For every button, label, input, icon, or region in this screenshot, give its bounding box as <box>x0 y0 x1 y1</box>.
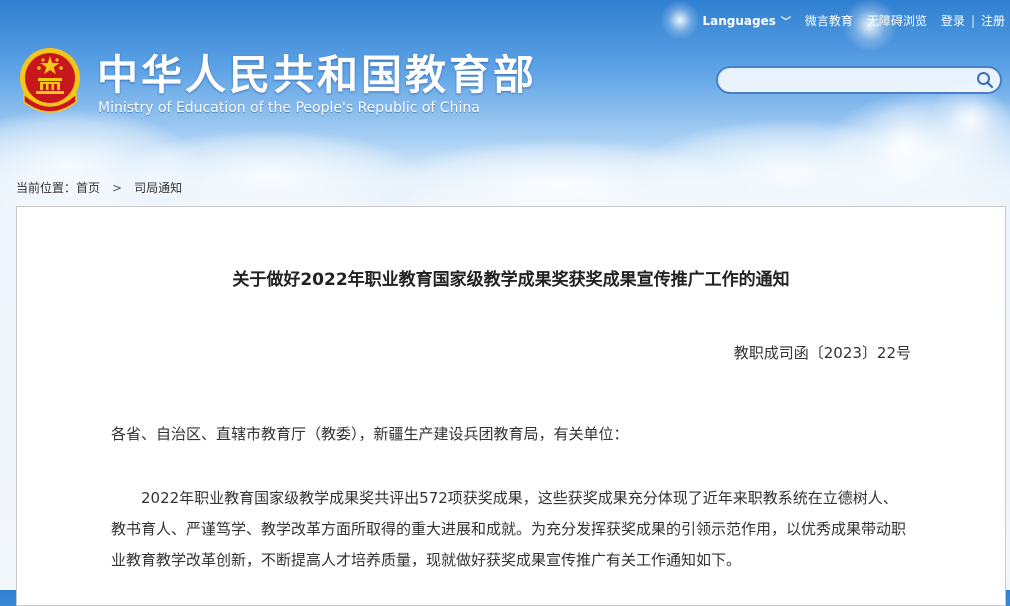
breadcrumb: 当前位置： 首页 > 司局通知 <box>16 179 182 196</box>
document-salutation: 各省、自治区、直辖市教育厅（教委），新疆生产建设兵团教育局，有关单位： <box>111 425 629 443</box>
register-link[interactable]: 注册 <box>981 12 1005 29</box>
national-emblem-logo[interactable] <box>18 46 82 118</box>
top-navigation: Languages ﹀ 微言教育 无障碍浏览 登录 | 注册 <box>689 12 1006 29</box>
languages-dropdown[interactable]: Languages ﹀ <box>702 13 791 29</box>
document-title: 关于做好2022年职业教育国家级教学成果奖获奖成果宣传推广工作的通知 <box>232 270 790 290</box>
breadcrumb-home-link[interactable]: 首页 <box>76 179 100 196</box>
document-paragraph: 2022年职业教育国家级教学成果奖共评出572项获奖成果，这些获奖成果充分体现了… <box>111 489 907 569</box>
accessibility-link[interactable]: 无障碍浏览 <box>867 12 927 29</box>
breadcrumb-separator-icon: > <box>112 180 123 195</box>
nav-separator: | <box>970 13 975 28</box>
languages-label: Languages <box>702 13 776 28</box>
weiyan-link[interactable]: 微言教育 <box>805 12 853 29</box>
breadcrumb-current-link[interactable]: 司局通知 <box>134 179 182 196</box>
chevron-down-icon: ﹀ <box>780 17 791 28</box>
search-icon[interactable] <box>976 71 994 89</box>
breadcrumb-prefix: 当前位置： <box>16 181 77 195</box>
document-number: 教职成司函〔2023〕22号 <box>733 344 911 362</box>
site-subtitle: Ministry of Education of the People's Re… <box>98 100 480 116</box>
search-input[interactable] <box>730 71 974 91</box>
article-panel: 关于做好2022年职业教育国家级教学成果奖获奖成果宣传推广工作的通知 教职成司函… <box>16 206 1006 606</box>
site-title[interactable]: 中华人民共和国教育部 <box>97 50 537 100</box>
search-box <box>716 66 1002 94</box>
login-link[interactable]: 登录 <box>941 12 965 29</box>
